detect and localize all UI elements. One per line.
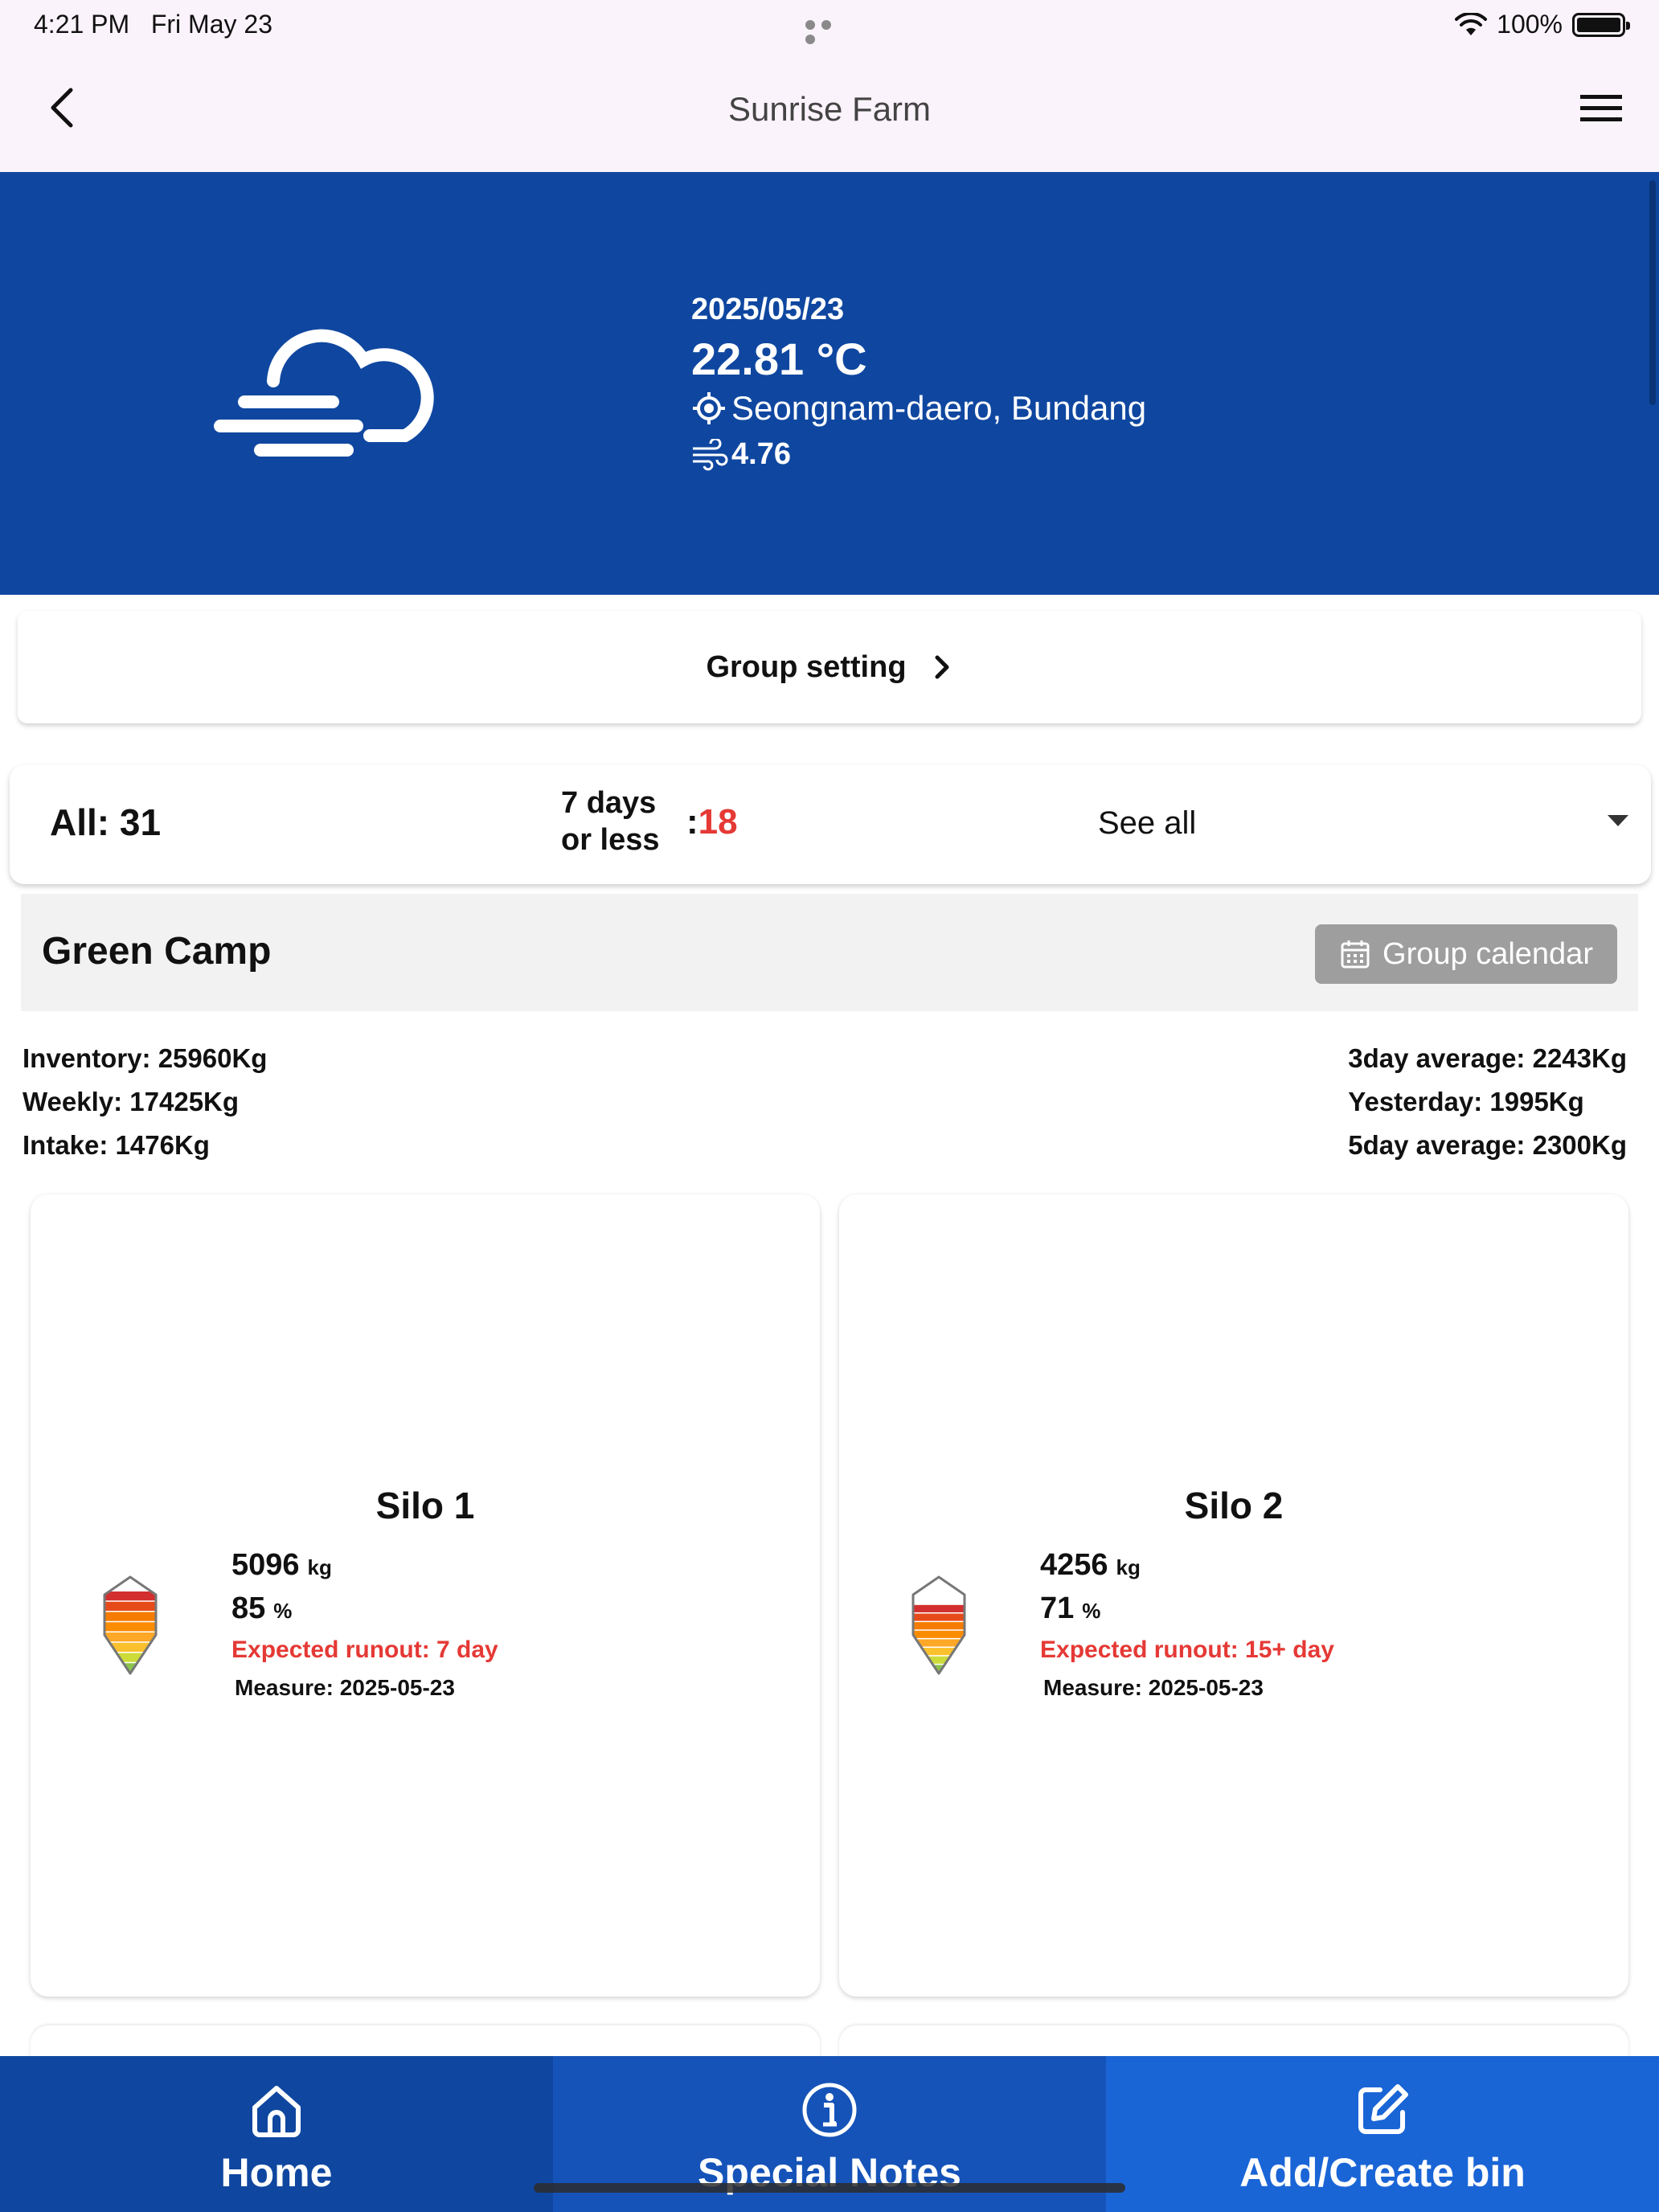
weather-banner: 2025/05/23 22.81 °C Seongnam-daero, Bund… bbox=[0, 172, 1659, 595]
status-time: 4:21 PM Fri May 23 bbox=[34, 10, 272, 39]
silo-level-icon bbox=[103, 1575, 158, 1675]
info-icon bbox=[802, 2083, 857, 2137]
chevron-right-icon bbox=[935, 655, 949, 679]
silo-card-partial[interactable] bbox=[839, 2026, 1628, 2058]
silo-fill-band bbox=[104, 1663, 156, 1673]
silo-weight: 4256 kg bbox=[1040, 1548, 1141, 1582]
silo-fill-band bbox=[913, 1613, 965, 1621]
group-setting-button[interactable]: Group setting bbox=[18, 611, 1641, 723]
silo-fill-band bbox=[104, 1622, 156, 1632]
filter-bar: All: 31 7 days or less :18 See all bbox=[10, 765, 1651, 884]
dropdown-caret-icon[interactable] bbox=[1608, 815, 1628, 826]
silo-fill-band bbox=[104, 1612, 156, 1621]
scrollbar[interactable] bbox=[1649, 180, 1656, 405]
silo-measure-date: Measure: 2025-05-23 bbox=[235, 1675, 455, 1700]
group-setting-label: Group setting bbox=[706, 649, 907, 684]
silo-fill-band bbox=[913, 1665, 965, 1673]
seven-days-filter-label[interactable]: 7 days or less bbox=[561, 784, 660, 858]
silo-fill-band bbox=[104, 1642, 156, 1652]
weekly-stat: Weekly: 17425Kg bbox=[23, 1087, 240, 1116]
silo-fill-band bbox=[913, 1630, 965, 1638]
group-stats-right: 3day average: 2243Kg Yesterday: 1995Kg 5… bbox=[1348, 1037, 1627, 1167]
group-name: Green Camp bbox=[42, 930, 272, 973]
silo-fill-band bbox=[104, 1601, 156, 1611]
all-count[interactable]: All: 31 bbox=[50, 801, 161, 844]
home-icon bbox=[252, 2086, 301, 2137]
seven-days-count[interactable]: :18 bbox=[686, 802, 738, 842]
status-bar: 4:21 PM Fri May 23 100% bbox=[0, 0, 1659, 51]
location-target-icon bbox=[693, 392, 725, 424]
inventory-stat: Inventory: 25960Kg bbox=[23, 1043, 268, 1073]
silo-title: Silo 2 bbox=[1184, 1485, 1284, 1526]
silo-fill-band bbox=[913, 1604, 965, 1612]
app-bar: Sunrise Farm bbox=[0, 51, 1659, 172]
hamburger-menu-icon[interactable] bbox=[1579, 90, 1624, 125]
three-day-average-stat: 3day average: 2243Kg bbox=[1348, 1043, 1627, 1073]
calendar-icon bbox=[1341, 940, 1370, 969]
battery-icon bbox=[1572, 12, 1630, 37]
edit-icon bbox=[1358, 2084, 1408, 2134]
nav-add-create-bin[interactable]: Add/Create bin bbox=[1106, 2056, 1659, 2212]
nav-home[interactable]: Home bbox=[0, 2056, 553, 2212]
silo-fill-band bbox=[913, 1656, 965, 1664]
group-calendar-button[interactable]: Group calendar bbox=[1315, 924, 1617, 984]
home-indicator[interactable] bbox=[534, 2183, 1125, 2193]
silo-card[interactable]: Silo 1 5096 kg 85% Expected runout: 7 day… bbox=[31, 1194, 820, 1997]
see-all-dropdown[interactable]: See all bbox=[1098, 805, 1196, 842]
page-title: Sunrise Farm bbox=[727, 90, 932, 128]
silo-measure-date: Measure: 2025-05-23 bbox=[1043, 1675, 1264, 1700]
wifi-icon bbox=[1455, 12, 1488, 35]
weather-temperature: 22.81 °C bbox=[691, 334, 867, 384]
status-indicators: 100% bbox=[1455, 10, 1630, 39]
nav-add-create-bin-label: Add/Create bin bbox=[1239, 2150, 1526, 2195]
group-stats-left: Inventory: 25960Kg Weekly: 17425Kg Intak… bbox=[23, 1037, 267, 1167]
intake-stat: Intake: 1476Kg bbox=[23, 1130, 210, 1160]
silo-fill-band bbox=[104, 1653, 156, 1662]
silo-title: Silo 1 bbox=[375, 1485, 475, 1526]
wind-icon bbox=[693, 438, 728, 470]
silo-expected-runout: Expected runout: 7 day bbox=[231, 1636, 498, 1663]
battery-percent: 100% bbox=[1497, 10, 1563, 39]
silo-expected-runout: Expected runout: 15+ day bbox=[1040, 1636, 1334, 1663]
weather-wind: 4.76 bbox=[691, 437, 791, 472]
silo-weight: 5096 kg bbox=[231, 1548, 332, 1582]
nav-home-label: Home bbox=[220, 2150, 333, 2195]
silo-fill-band bbox=[913, 1648, 965, 1656]
weather-date: 2025/05/23 bbox=[691, 293, 845, 326]
silo-percent: 85% bbox=[231, 1591, 293, 1625]
fog-cloud-icon bbox=[214, 329, 434, 457]
weather-location: Seongnam-daero, Bundang bbox=[691, 389, 1146, 428]
yesterday-stat: Yesterday: 1995Kg bbox=[1348, 1087, 1584, 1116]
silo-card-partial[interactable] bbox=[31, 2026, 820, 2058]
silo-card[interactable]: Silo 2 4256 kg 71% Expected runout: 15+ d… bbox=[839, 1194, 1628, 1997]
silo-percent: 71% bbox=[1040, 1591, 1101, 1625]
silo-fill-band bbox=[913, 1622, 965, 1630]
group-header: Green Camp Group calendar bbox=[21, 894, 1638, 1011]
silo-level-icon bbox=[911, 1575, 966, 1675]
multitasking-dots-icon[interactable] bbox=[805, 19, 852, 44]
five-day-average-stat: 5day average: 2300Kg bbox=[1348, 1130, 1627, 1160]
